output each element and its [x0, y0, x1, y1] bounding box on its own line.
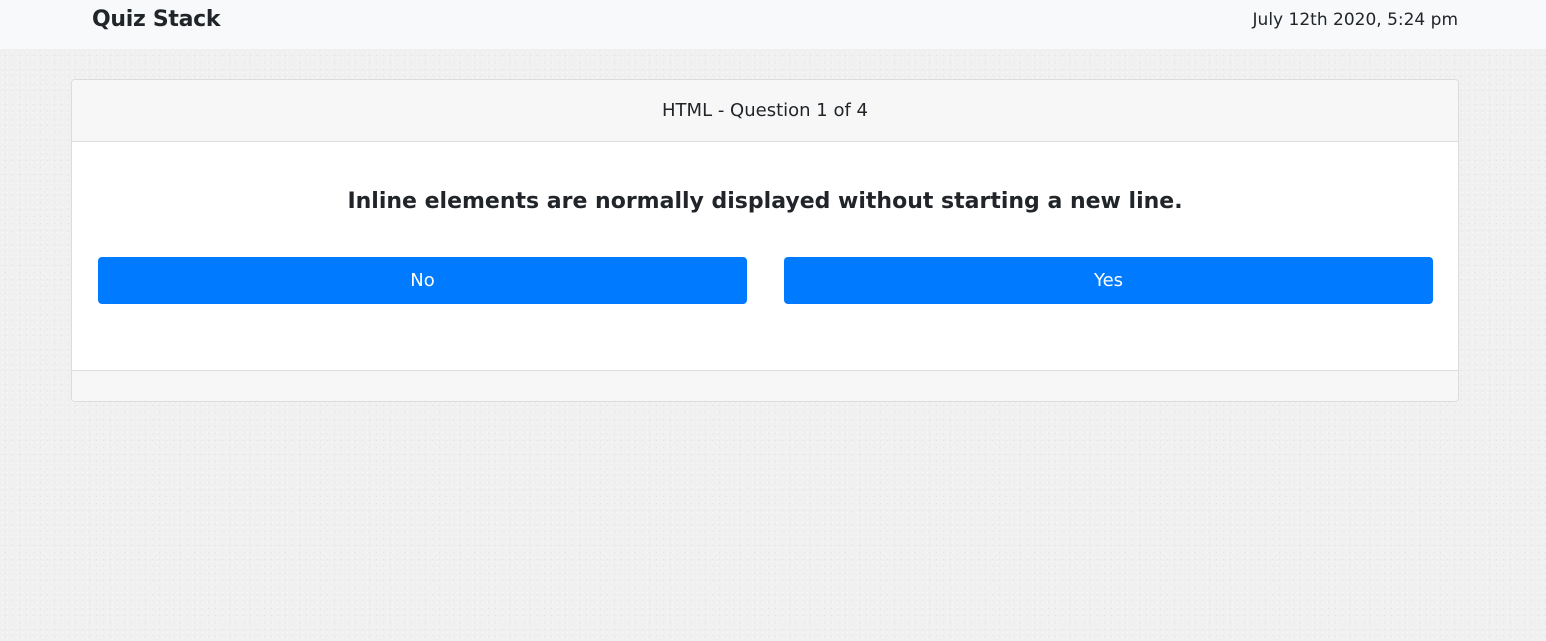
top-navbar: Quiz Stack July 12th 2020, 5:24 pm — [0, 0, 1546, 49]
answer-yes-button[interactable]: Yes — [784, 257, 1433, 304]
quiz-card-body: Inline elements are normally displayed w… — [72, 142, 1458, 370]
quiz-card-footer — [72, 370, 1458, 401]
current-datetime: July 12th 2020, 5:24 pm — [1252, 10, 1458, 30]
question-progress-label: HTML - Question 1 of 4 — [662, 100, 868, 121]
question-text: Inline elements are normally displayed w… — [347, 189, 1183, 214]
answer-no-button[interactable]: No — [98, 257, 747, 304]
quiz-card: HTML - Question 1 of 4 Inline elements a… — [71, 79, 1459, 402]
brand-logo-link[interactable]: Quiz Stack — [92, 6, 221, 34]
quiz-card-header: HTML - Question 1 of 4 — [72, 80, 1458, 142]
